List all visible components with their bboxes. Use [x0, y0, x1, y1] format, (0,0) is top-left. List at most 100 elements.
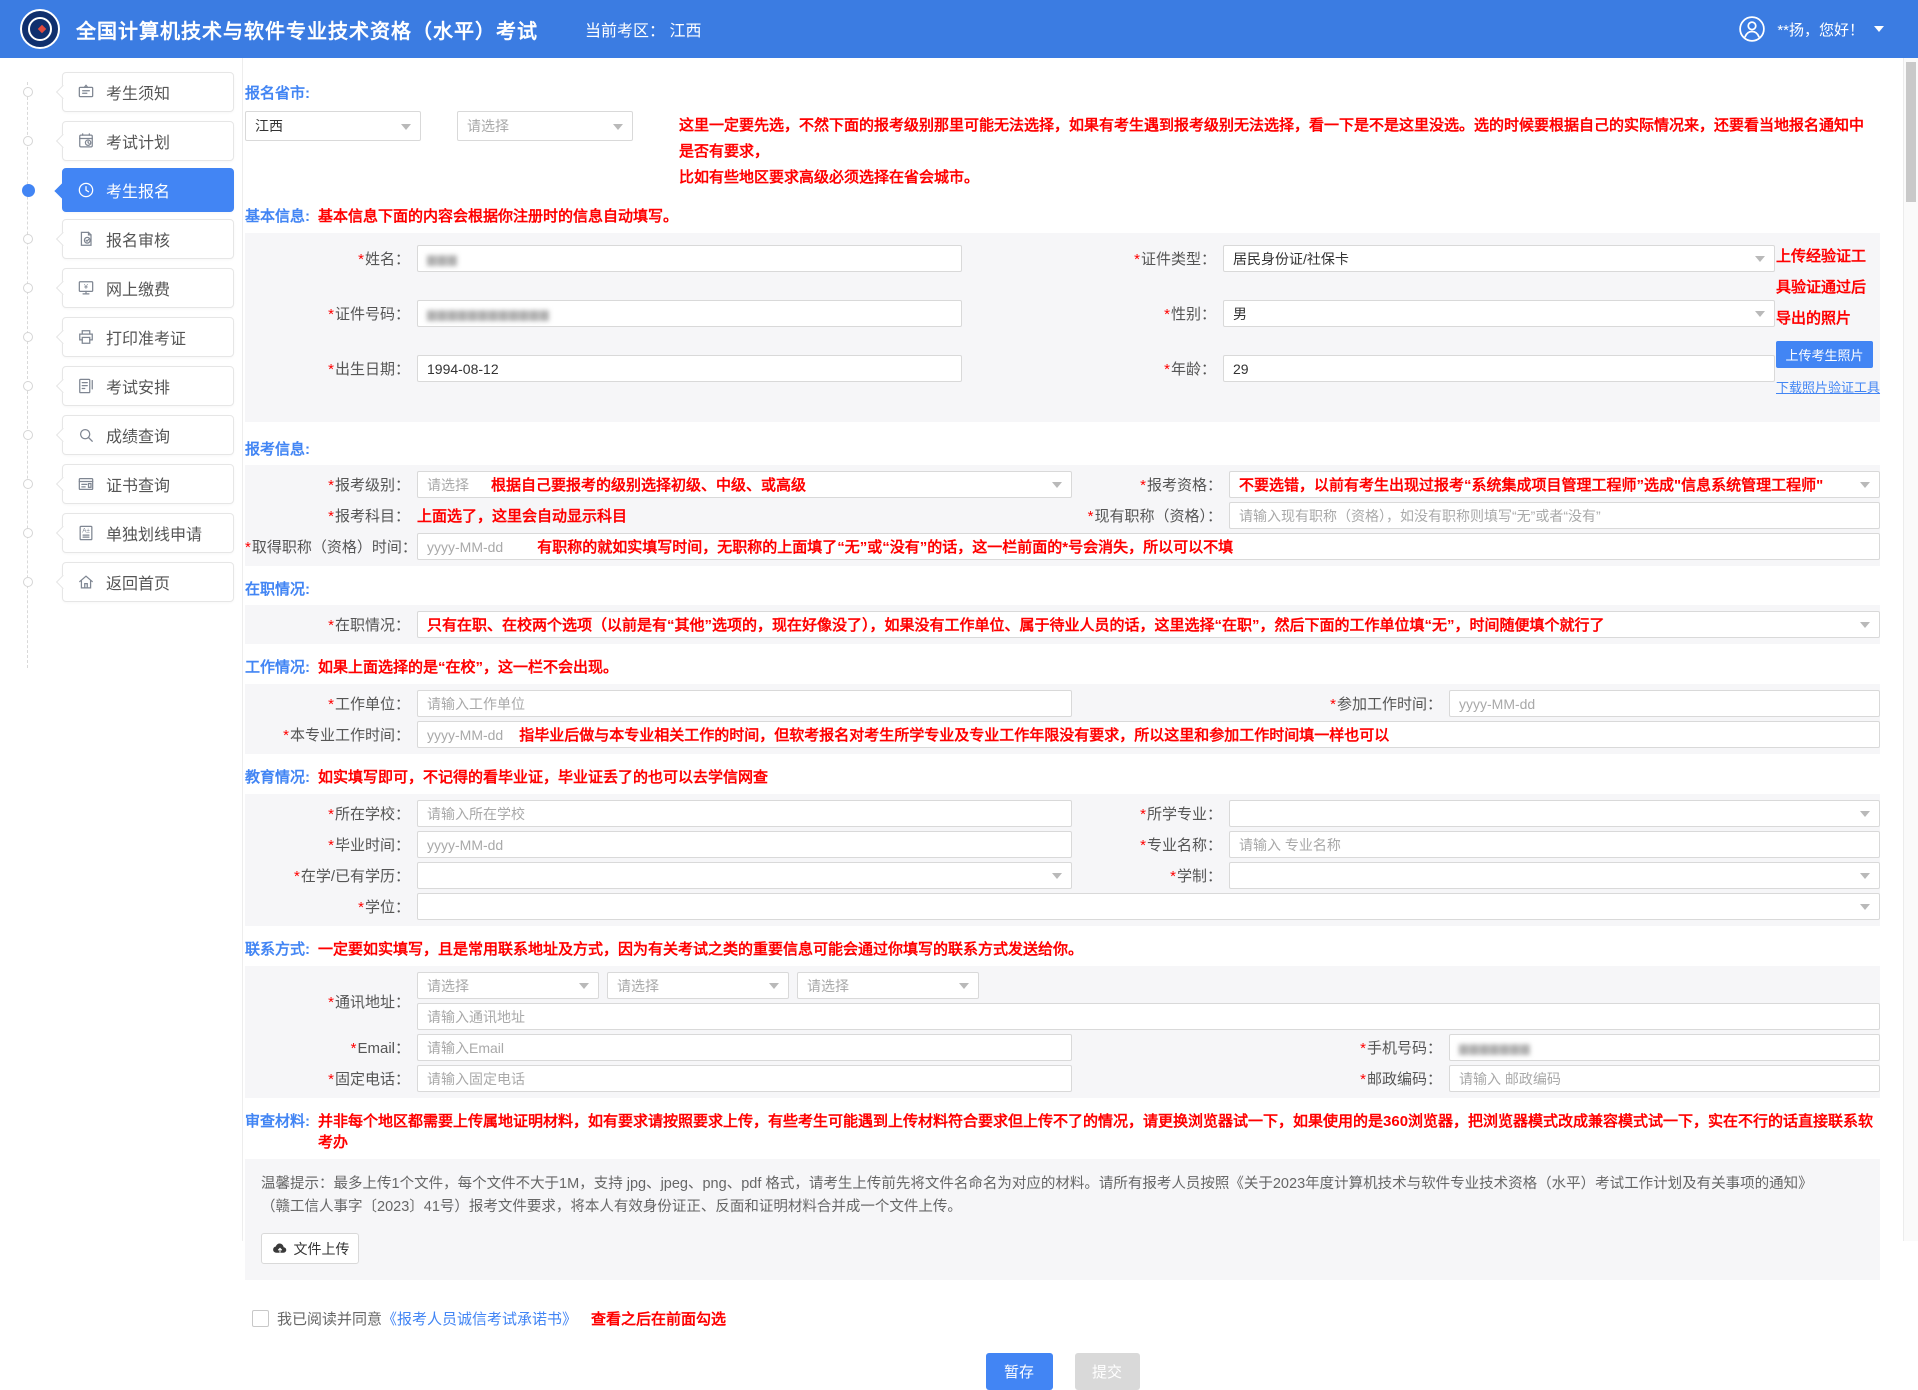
contact-section-note: 一定要如实填写，且是常用联系地址及方式，因为有关考试之类的重要信息可能会通过你填… [318, 939, 1083, 960]
tel-field[interactable]: 请输入固定电话 [417, 1065, 1072, 1092]
contact-panel: *通讯地址： 请选择 请选择 请选择 请输入通讯地址 *Email： 请输入Em… [245, 966, 1880, 1098]
address-city-select[interactable]: 请选择 [607, 972, 789, 999]
cert-no-label: 证件号码： [335, 306, 410, 323]
sidebar-item-payment[interactable]: ¥ 网上缴费 [62, 268, 234, 308]
agreement-link[interactable]: 《报考人员诚信考试承诺书》 [382, 1308, 577, 1329]
major-name-label: 专业名称： [1147, 837, 1222, 854]
work-start-field[interactable]: yyyy-MM-dd [1449, 690, 1880, 717]
name-field[interactable]: ▆▆▆ [417, 245, 962, 272]
notice-board-icon [76, 82, 96, 102]
birth-date-field[interactable]: 1994-08-12 [417, 355, 962, 382]
upload-photo-button[interactable]: 上传考生照片 [1776, 341, 1873, 368]
sidebar-item-separate-line-apply[interactable]: A± 单独划线申请 [62, 513, 234, 553]
zip-field[interactable]: 请输入 邮政编码 [1449, 1065, 1880, 1092]
employment-status-hint: 只有在职、在校两个选项（以前是有“其他”选项的，现在好像没了），如果没有工作单位… [427, 614, 1605, 635]
app-header: 全国计算机技术与软件专业技术资格（水平）考试 当前考区： 江西 **扬，您好！ [0, 0, 1918, 58]
app-logo-icon [20, 9, 60, 49]
province-select[interactable]: 江西 [245, 111, 421, 141]
sidebar-item-label: 单独划线申请 [106, 521, 202, 545]
gender-select[interactable]: 男 [1223, 300, 1775, 327]
scrollbar-thumb[interactable] [1906, 62, 1916, 202]
zip-label: 邮政编码： [1367, 1071, 1442, 1088]
title-time-hint: 有职称的就如实填写时间，无职称的上面填了“无”或“没有”的话，这一栏前面的*号会… [537, 536, 1233, 557]
city-select[interactable]: 请选择 [457, 111, 633, 141]
svg-text:¥: ¥ [84, 283, 88, 291]
graduate-time-label: 毕业时间： [335, 837, 410, 854]
address-district-select[interactable]: 请选择 [797, 972, 979, 999]
address-label: 通讯地址： [335, 994, 410, 1011]
sidebar-item-label: 成绩查询 [106, 423, 170, 447]
tel-label: 固定电话： [335, 1071, 410, 1088]
timeline-dot [23, 381, 33, 391]
sidebar-item-certificate-query[interactable]: 证书查询 [62, 464, 234, 504]
graduate-time-field[interactable]: yyyy-MM-dd [417, 831, 1072, 858]
work-unit-label: 工作单位： [335, 696, 410, 713]
email-field[interactable]: 请输入Email [417, 1034, 1072, 1061]
sidebar-nav: 考生须知 考试计划 考生报名 报名审核 ¥ 网上缴费 打印准考证 考试安排 成绩… [0, 58, 243, 1241]
education-panel: *所在学校： 请输入所在学校 *所学专业： *毕业时间： yyyy-MM-dd … [245, 794, 1880, 926]
school-field[interactable]: 请输入所在学校 [417, 800, 1072, 827]
user-menu[interactable]: **扬，您好！ [1737, 14, 1884, 44]
sidebar-item-review[interactable]: 报名审核 [62, 219, 234, 259]
title-time-field[interactable]: yyyy-MM-dd 有职称的就如实填写时间，无职称的上面填了“无”或“没有”的… [417, 533, 1880, 560]
chevron-down-icon[interactable] [1874, 26, 1884, 37]
school-years-select[interactable] [1229, 862, 1880, 889]
employment-status-select[interactable]: 只有在职、在校两个选项（以前是有“其他”选项的，现在好像没了），如果没有工作单位… [417, 611, 1880, 638]
major-name-field[interactable]: 请输入 专业名称 [1229, 831, 1880, 858]
agreement-checkbox[interactable] [252, 1310, 269, 1327]
cert-type-select[interactable]: 居民身份证/社保卡 [1223, 245, 1775, 272]
basic-section-label: 基本信息: [245, 205, 310, 226]
svg-text:A±: A± [82, 528, 90, 535]
sidebar-item-exam-arrangement[interactable]: 考试安排 [62, 366, 234, 406]
sidebar-item-exam-plan[interactable]: 考试计划 [62, 121, 234, 161]
address-detail-field[interactable]: 请输入通讯地址 [417, 1003, 1880, 1030]
age-label: 年龄： [1171, 361, 1216, 378]
sidebar-item-label: 返回首页 [106, 570, 170, 594]
sidebar-item-home[interactable]: 返回首页 [62, 562, 234, 602]
sidebar-item-print-ticket[interactable]: 打印准考证 [62, 317, 234, 357]
avatar-icon [1737, 14, 1767, 44]
basic-info-panel: *姓名： ▆▆▆ *证件类型： 居民身份证/社保卡 *证件号码： ▆▆▆▆▆▆▆… [245, 233, 1880, 422]
current-title-field[interactable]: 请输入现有职称（资格），如没有职称则填写“无”或者“没有” [1229, 502, 1880, 529]
materials-tips: 温馨提示：最多上传1个文件，每个文件不大于1M，支持 jpg、jpeg、png、… [261, 1173, 1821, 1219]
materials-section-label: 审查材料: [245, 1110, 310, 1131]
sidebar-item-label: 考试计划 [106, 129, 170, 153]
dropdown-caret-icon [613, 124, 623, 135]
subject-hint: 上面选了，这里会自动显示科目 [417, 505, 627, 526]
cert-no-field[interactable]: ▆▆▆▆▆▆▆▆▆▆▆▆ [417, 300, 962, 327]
degree-label: 学位： [365, 899, 410, 916]
sidebar-item-registration[interactable]: 考生报名 [62, 168, 234, 212]
sidebar-item-notice[interactable]: 考生须知 [62, 72, 234, 112]
major-work-time-field[interactable]: yyyy-MM-dd 指毕业后做与本专业相关工作的时间，但软考报名对考生所学专业… [417, 721, 1880, 748]
qualification-select[interactable]: 不要选错，以前有考生出现过报考“系统集成项目管理工程师”选成"信息系统管理工程师… [1229, 471, 1880, 498]
document-pen-icon [76, 376, 96, 396]
materials-panel: 温馨提示：最多上传1个文件，每个文件不大于1M，支持 jpg、jpeg、png、… [245, 1159, 1880, 1280]
dropdown-caret-icon [1860, 873, 1870, 884]
degree-select[interactable] [417, 893, 1880, 920]
save-draft-button[interactable]: 暂存 [986, 1353, 1053, 1390]
degree-level-select[interactable] [417, 862, 1072, 889]
studied-major-label: 所学专业： [1147, 806, 1222, 823]
qualification-label: 报考资格： [1147, 477, 1222, 494]
download-photo-tool-link[interactable]: 下载照片验证工具 [1776, 377, 1877, 396]
work-unit-field[interactable]: 请输入工作单位 [417, 690, 1072, 717]
agreement-prefix: 我已阅读并同意 [277, 1308, 382, 1329]
current-region-label: 当前考区： 江西 [585, 17, 701, 41]
sidebar-item-label: 证书查询 [106, 472, 170, 496]
level-select[interactable]: 请选择 根据自己要报考的级别选择初级、中级、或高级 [417, 471, 1072, 498]
sidebar-item-score-query[interactable]: 成绩查询 [62, 415, 234, 455]
submit-button[interactable]: 提交 [1075, 1353, 1140, 1390]
dropdown-caret-icon [1755, 256, 1765, 267]
work-start-label: 参加工作时间： [1337, 696, 1442, 713]
studied-major-select[interactable] [1229, 800, 1880, 827]
address-province-select[interactable]: 请选择 [417, 972, 599, 999]
mobile-field[interactable]: ▆▆▆▆▆▆▆ [1449, 1034, 1880, 1061]
photo-upload-zone: 上传经验证工具验证通过后导出的照片 上传考生照片 下载照片验证工具 [1776, 241, 1877, 396]
major-work-time-label: 本专业工作时间： [290, 727, 410, 744]
registration-form: 报名省市: 江西 请选择 这里一定要先选，不然下面的报考级别那里可能无法选择，如… [245, 58, 1880, 1390]
timeline-dot [23, 430, 33, 440]
clock-icon [76, 180, 96, 200]
file-upload-button[interactable]: 文件上传 [261, 1233, 359, 1264]
age-field[interactable]: 29 [1223, 355, 1775, 382]
page-scrollbar[interactable] [1903, 58, 1918, 1241]
